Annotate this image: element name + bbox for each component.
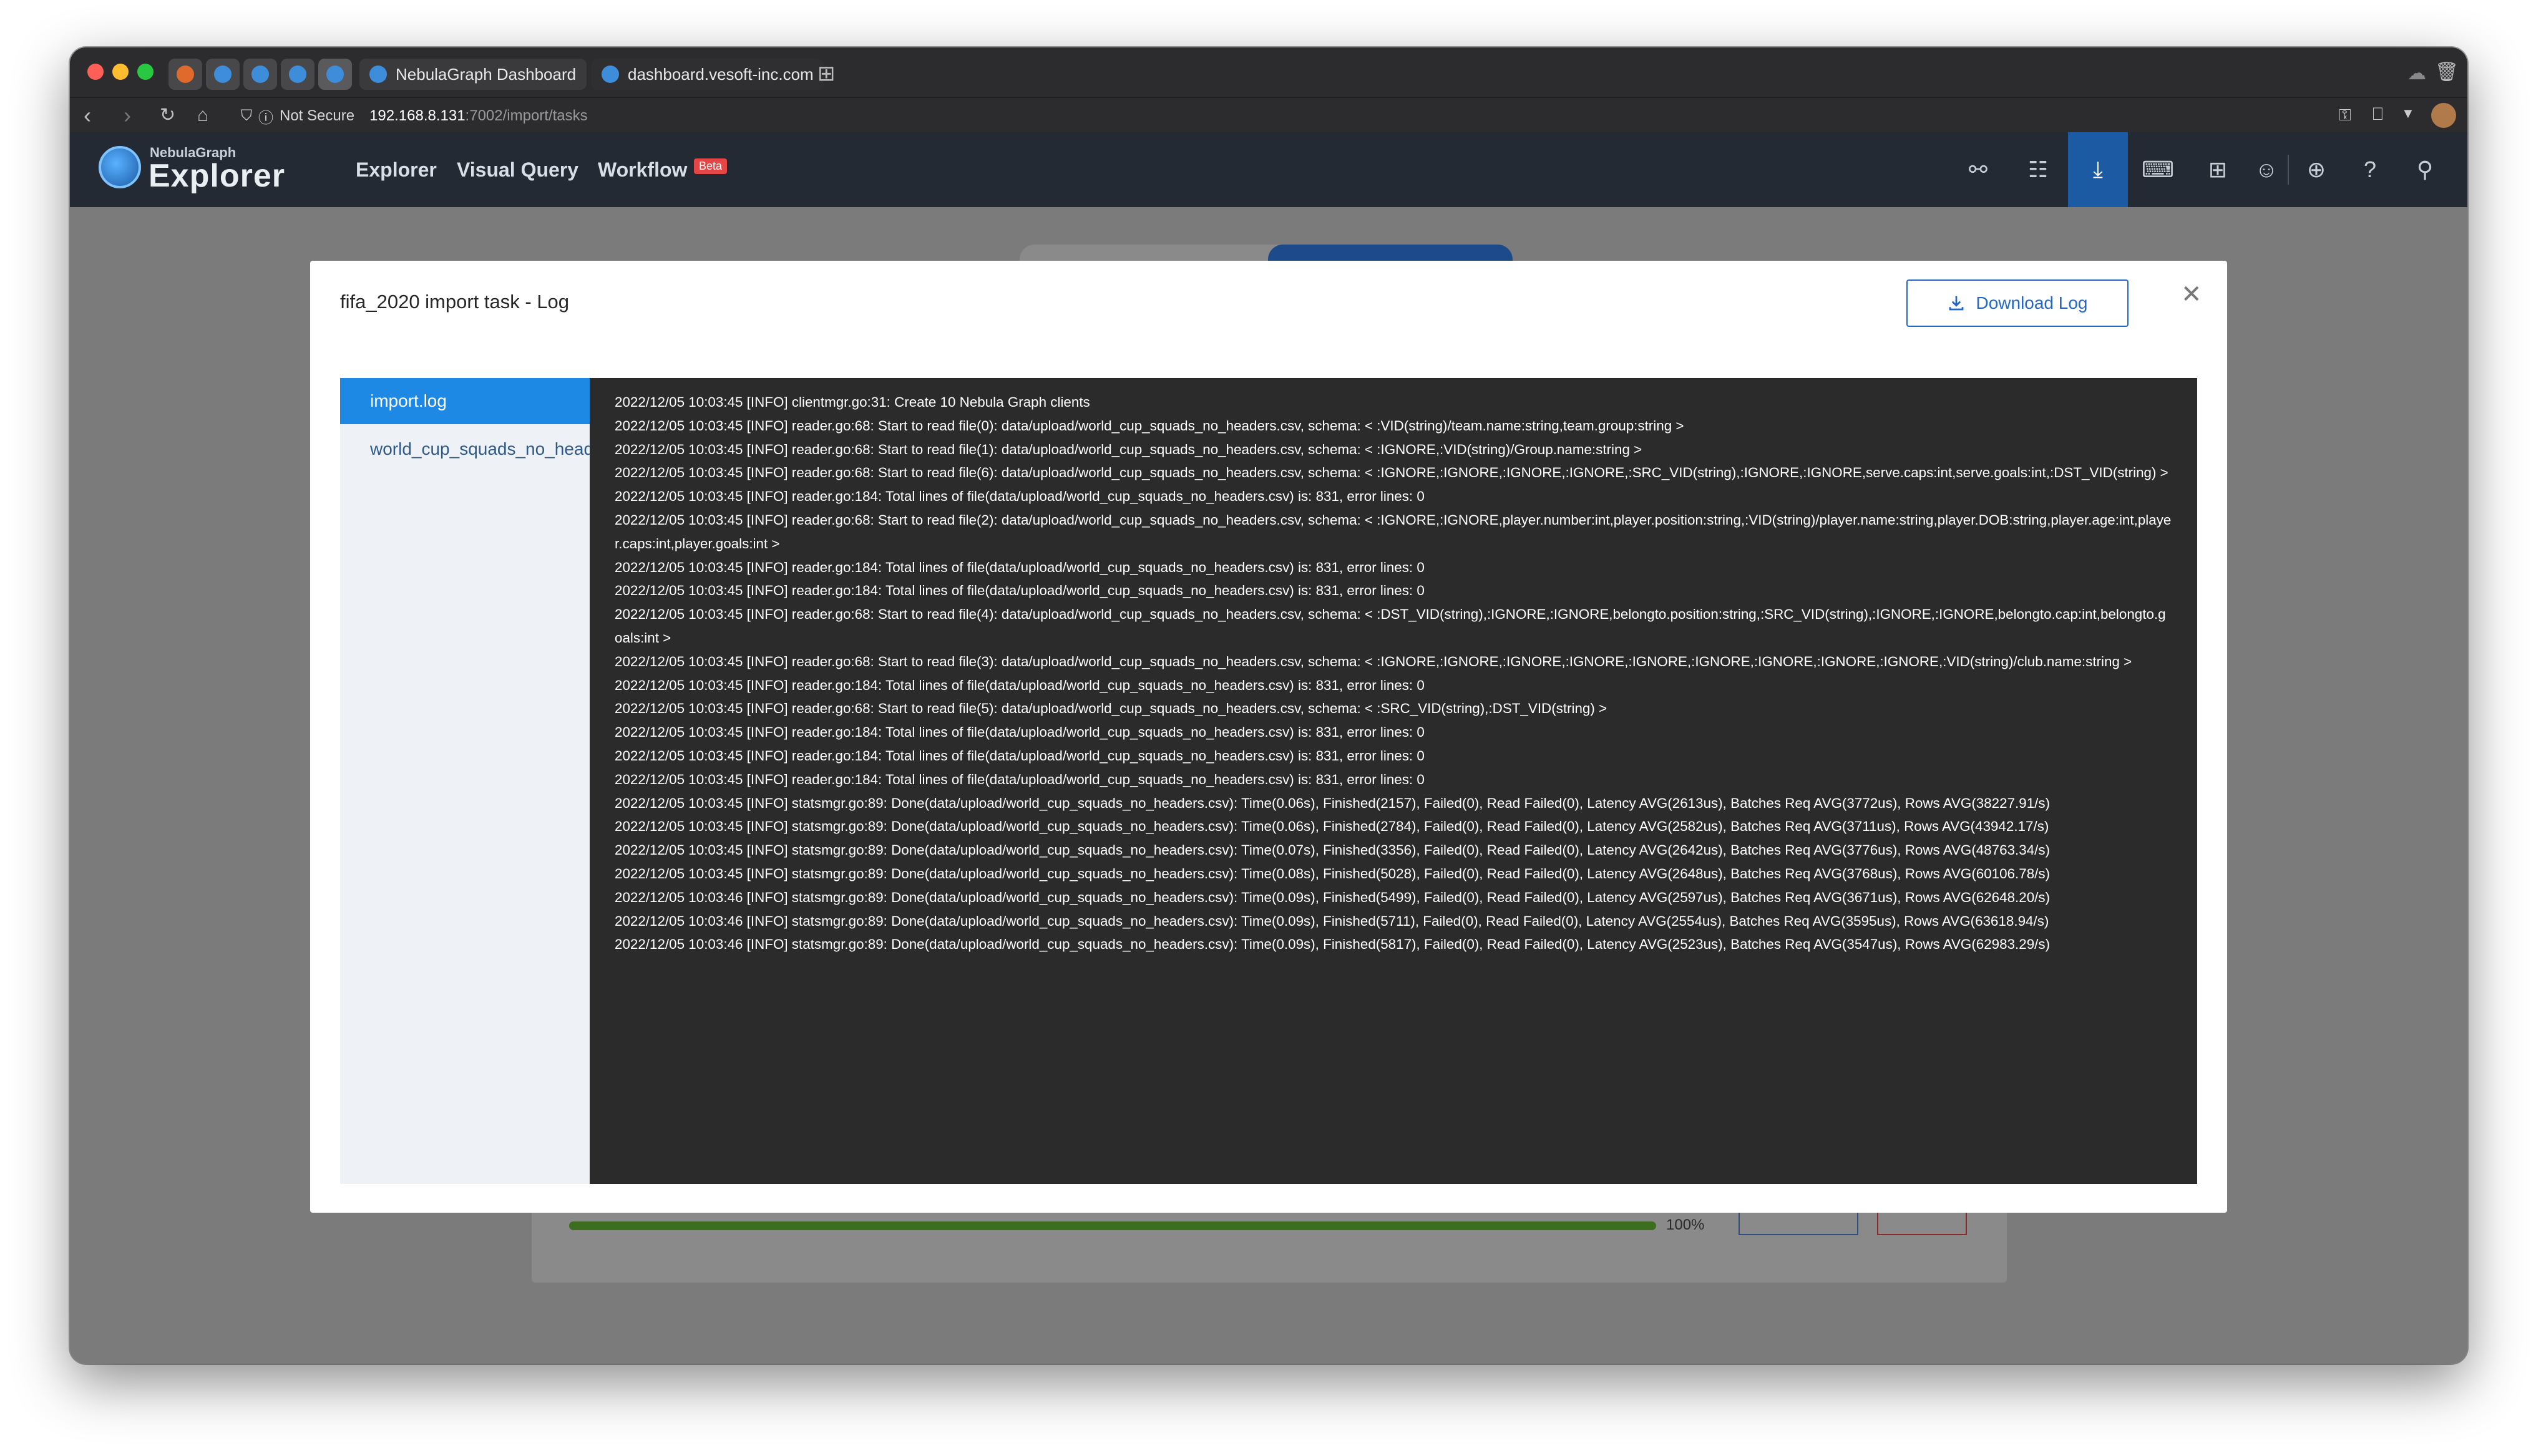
task-progress-bar xyxy=(569,1221,1656,1230)
url-host: 192.168.8.131 xyxy=(369,107,466,124)
beta-badge: Beta xyxy=(694,158,728,174)
brand-name: Explorer xyxy=(149,158,285,194)
log-content: 2022/12/05 10:03:45 [INFO] clientmgr.go:… xyxy=(590,378,2197,1184)
log-line: 2022/12/05 10:03:45 [INFO] reader.go:68:… xyxy=(615,701,1607,717)
pinned-tab[interactable] xyxy=(281,59,315,90)
cloud-icon[interactable]: ☁ xyxy=(2407,62,2426,84)
chevron-down-icon[interactable]: ▼ xyxy=(2401,105,2415,122)
zoom-window-button[interactable] xyxy=(137,64,154,80)
forward-icon[interactable]: › xyxy=(124,103,131,128)
console-icon[interactable]: ⌨ xyxy=(2128,132,2188,207)
reload-icon[interactable]: ↻ xyxy=(160,103,175,128)
file-item-import-log[interactable]: import.log xyxy=(340,378,590,424)
user-icon[interactable]: ☺ xyxy=(2248,132,2285,207)
tab-title: dashboard.vesoft-inc.com xyxy=(628,64,814,84)
modal-title: fifa_2020 import task - Log xyxy=(340,291,570,313)
log-line: 2022/12/05 10:03:45 [INFO] statsmgr.go:8… xyxy=(615,795,2051,811)
pinned-tab[interactable] xyxy=(206,59,240,90)
url-path: :7002/import/tasks xyxy=(465,107,588,124)
log-line: 2022/12/05 10:03:45 [INFO] reader.go:68:… xyxy=(615,441,1642,457)
log-line: 2022/12/05 10:03:45 [INFO] clientmgr.go:… xyxy=(615,394,1090,410)
close-window-button[interactable] xyxy=(87,64,104,80)
log-line: 2022/12/05 10:03:46 [INFO] statsmgr.go:8… xyxy=(615,936,2051,953)
log-line: 2022/12/05 10:03:46 [INFO] statsmgr.go:8… xyxy=(615,889,2051,905)
nebula-icon xyxy=(369,66,387,83)
nebula-logo-icon xyxy=(99,146,141,188)
globe-icon[interactable]: ⊕ xyxy=(2291,132,2341,207)
schema-icon[interactable]: ⊞ xyxy=(2188,132,2248,207)
log-line: 2022/12/05 10:03:45 [INFO] reader.go:68:… xyxy=(615,512,2172,551)
trash-icon[interactable]: 🗑 xyxy=(2435,61,2459,83)
log-line: 2022/12/05 10:03:46 [INFO] statsmgr.go:8… xyxy=(615,913,2049,929)
log-line: 2022/12/05 10:03:45 [INFO] reader.go:184… xyxy=(615,724,1425,740)
browser-address-bar: ‹ › ↻ ⌂ ⛉ ⓘ Not Secure 192.168.8.131:700… xyxy=(70,97,2467,132)
log-line: 2022/12/05 10:03:45 [INFO] reader.go:184… xyxy=(615,583,1425,599)
log-line: 2022/12/05 10:03:45 [INFO] reader.go:184… xyxy=(615,771,1425,787)
log-line: 2022/12/05 10:03:45 [INFO] reader.go:68:… xyxy=(615,417,1684,434)
log-line: 2022/12/05 10:03:45 [INFO] reader.go:184… xyxy=(615,677,1425,693)
connection-icon[interactable]: ⚲ xyxy=(2400,132,2450,207)
browser-tab-bar: NebulaGraph Dashboard dashboard.vesoft-i… xyxy=(70,47,2467,97)
back-icon[interactable]: ‹ xyxy=(84,103,91,128)
pinned-tab-active[interactable] xyxy=(318,59,352,90)
url-field[interactable]: ⛉ ⓘ Not Secure 192.168.8.131:7002/import… xyxy=(241,104,588,128)
download-log-label: Download Log xyxy=(1976,293,2088,313)
minimize-window-button[interactable] xyxy=(112,64,129,80)
log-line: 2022/12/05 10:03:45 [INFO] reader.go:68:… xyxy=(615,653,2132,669)
log-line: 2022/12/05 10:03:45 [INFO] reader.go:68:… xyxy=(615,606,2166,646)
task-progress-label: 100% xyxy=(1666,1216,1705,1233)
header-divider xyxy=(2288,155,2289,185)
key-icon[interactable]: ⚿ xyxy=(2339,105,2351,125)
nebula-icon xyxy=(602,66,619,83)
tree-icon[interactable]: ☷ xyxy=(2008,132,2068,207)
close-icon[interactable]: ✕ xyxy=(2181,282,2202,307)
download-log-button[interactable]: Download Log xyxy=(1906,279,2129,327)
tab-dashboard-vesoft[interactable]: dashboard.vesoft-inc.com xyxy=(592,59,824,90)
security-label: Not Secure xyxy=(280,107,355,124)
avatar[interactable] xyxy=(2431,103,2456,128)
pinned-tab[interactable] xyxy=(243,59,277,90)
log-file-list: import.log world_cup_squads_no_headersFa… xyxy=(340,378,677,1184)
cloud-icon xyxy=(326,66,344,83)
menu-workflow[interactable]: Workflow xyxy=(598,158,687,182)
new-tab-icon[interactable]: ⊞ xyxy=(817,61,836,86)
browser-window: NebulaGraph Dashboard dashboard.vesoft-i… xyxy=(70,47,2467,1364)
info-icon: ⓘ xyxy=(258,109,273,127)
tab-nebulagraph-dashboard[interactable]: NebulaGraph Dashboard xyxy=(359,59,587,90)
log-line: 2022/12/05 10:03:45 [INFO] statsmgr.go:8… xyxy=(615,818,2049,835)
log-line: 2022/12/05 10:03:45 [INFO] reader.go:184… xyxy=(615,488,1425,505)
cloud-icon xyxy=(289,66,306,83)
file-item-fail-csv[interactable]: world_cup_squads_no_headersFail.csv xyxy=(340,424,677,474)
cloud-icon xyxy=(251,66,269,83)
import-icon[interactable]: ⤓ xyxy=(2068,132,2128,207)
help-icon[interactable]: ? xyxy=(2345,132,2395,207)
pinned-tab[interactable] xyxy=(168,59,202,90)
home-icon[interactable]: ⌂ xyxy=(197,103,208,128)
log-modal: fifa_2020 import task - Log Download Log… xyxy=(310,261,2227,1213)
menu-visual-query[interactable]: Visual Query xyxy=(457,158,578,182)
bookmark-icon[interactable]: ⎕ xyxy=(2373,104,2383,125)
tab-title: NebulaGraph Dashboard xyxy=(396,64,577,84)
app-header: NebulaGraph Explorer Explorer Visual Que… xyxy=(70,132,2467,207)
log-line: 2022/12/05 10:03:45 [INFO] statsmgr.go:8… xyxy=(615,842,2051,858)
log-line: 2022/12/05 10:03:45 [INFO] reader.go:68:… xyxy=(615,465,2168,481)
app-icon xyxy=(214,66,232,83)
log-line: 2022/12/05 10:03:45 [INFO] reader.go:184… xyxy=(615,559,1425,575)
download-icon xyxy=(1949,296,1964,311)
log-line: 2022/12/05 10:03:45 [INFO] reader.go:184… xyxy=(615,747,1425,764)
log-line: 2022/12/05 10:03:45 [INFO] statsmgr.go:8… xyxy=(615,865,2051,881)
graph-icon[interactable]: ⚯ xyxy=(1948,132,2008,207)
menu-explorer[interactable]: Explorer xyxy=(356,158,437,182)
shield-icon: ⛉ xyxy=(241,107,252,124)
app-icon xyxy=(177,66,194,83)
